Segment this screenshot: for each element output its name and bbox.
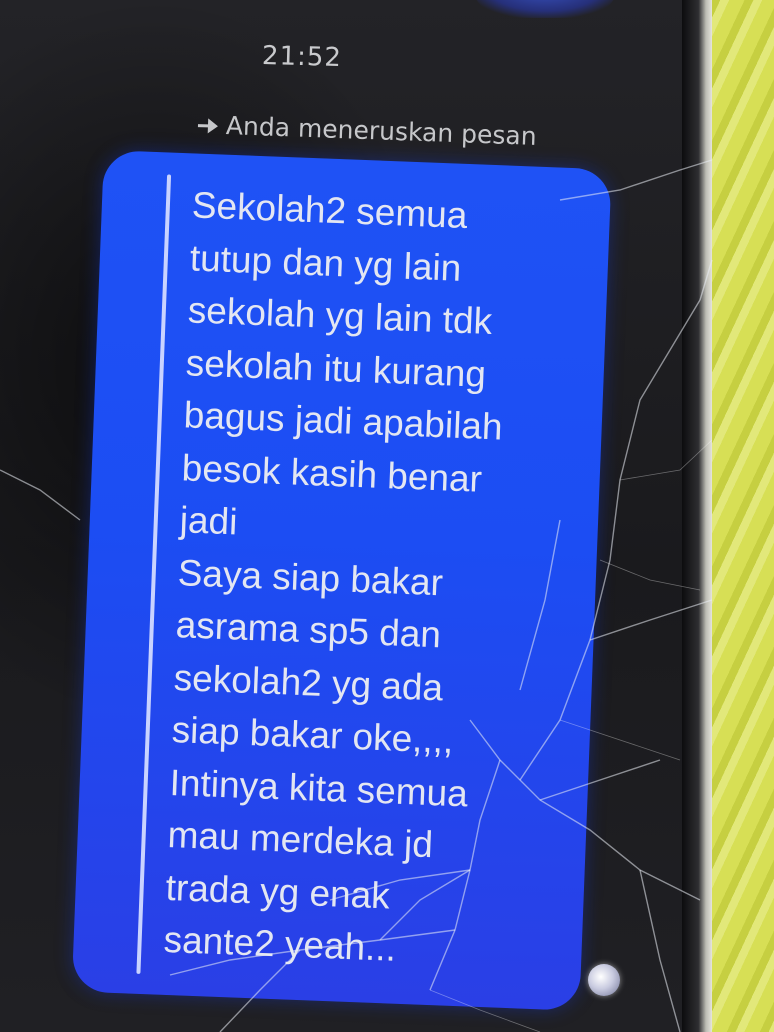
forward-quote-bar <box>136 174 172 975</box>
message-timestamp: 21:52 <box>261 40 343 74</box>
forwarded-indicator: Anda meneruskan pesan <box>195 110 537 151</box>
chat-screen: 21:52 Anda meneruskan pesan Sekolah2 sem… <box>0 0 712 1032</box>
message-bubble[interactable]: Sekolah2 semua tutup dan yg lain sekolah… <box>71 150 612 1011</box>
message-text: Sekolah2 semua tutup dan yg lain sekolah… <box>163 179 593 981</box>
seen-avatar-icon <box>588 964 620 996</box>
forward-arrow-icon <box>196 115 221 136</box>
contact-avatar[interactable] <box>470 0 620 18</box>
forwarded-label: Anda meneruskan pesan <box>225 111 538 151</box>
